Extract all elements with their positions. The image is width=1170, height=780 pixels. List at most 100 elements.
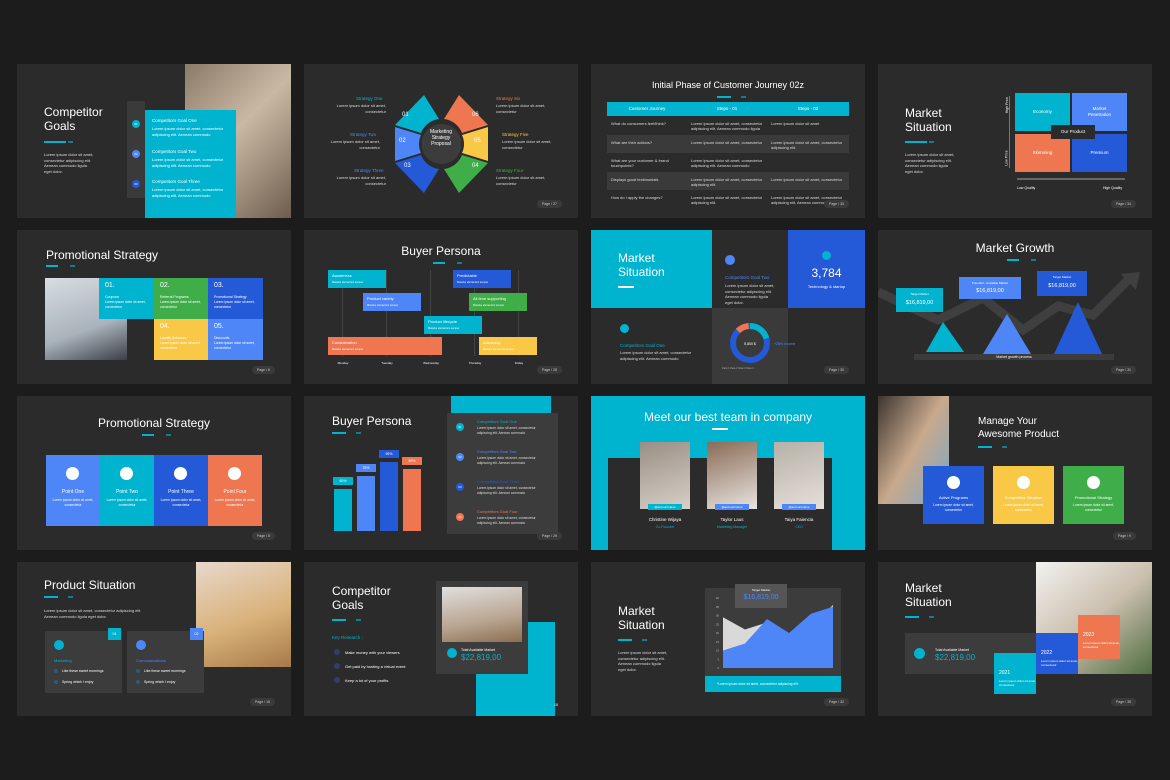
segment-label: 05 [474,138,481,144]
goal-title: Competitors Goal One [152,118,197,123]
year-card-2022: 2022 Lorem ipsum dolor sit amet, consecte… [1036,633,1078,674]
column-header: Steps - 02 [797,106,819,111]
slide-customer-journey[interactable]: Initial Phase of Customer Journey 02z Cu… [591,64,865,218]
check-icon [54,669,58,673]
card-number: 01 [108,628,121,640]
year-text: Lorem ipsum dolor sit amet, consectetur [1041,659,1079,667]
year-card-2023: 2023 Lorem ipsum dolor sit amet, consecte… [1078,615,1120,659]
point-title: Point Four [223,489,247,495]
strategy-text: Lorem ipsum dolor sit amet, consectetur [502,139,552,150]
bar-label: Consideration [332,340,357,345]
slide-promotional-strategy-tiles[interactable]: Promotional Strategy 01. Coupons Lorem i… [17,230,291,384]
card-text: Lorem ipsum dolor sit amet, consectetur [1003,503,1044,512]
card-value: $22,819,00 [461,653,502,662]
quadrant-label: Skimming [1032,150,1053,155]
resource-icon [334,663,340,669]
table-cell: Lorem ipsum dolor sit amet, consectetur … [691,121,763,131]
slide-competitor-goals-resources[interactable]: Competitor Goals Key Research : Make mon… [304,562,578,716]
y-tick-label: 20 [716,631,720,635]
product-card: Active Programs Lorem ipsum dolor sit am… [923,466,984,524]
slide-competitor-goals[interactable]: Competitor Goals Lorem ipsum dolor sit a… [17,64,291,218]
bar [357,476,375,531]
point-text: Lorem ipsum dolor sit amet, consectetur [214,498,256,507]
slide-title: Buyer Persona [332,414,412,428]
tile-number: 03. [214,282,224,289]
table-cell: Lorem ipsum dolor sit amet, consectetur … [771,139,843,150]
bar-sublabel: Massive elementum semper [483,348,515,351]
callout-value: $16,819,00 [905,300,934,306]
page-badge: Page / 15 [250,698,275,706]
page-badge: Page / 29 [537,532,562,540]
tile-text: Lorem ipsum dolor sit amet, consectetur [214,341,255,350]
key-research-label: Key Research : [332,635,363,640]
slide-manage-product[interactable]: Manage Your Awesome Product Active Progr… [878,396,1152,550]
axis-label: Low Price [1004,150,1009,166]
slide-market-situation-chart[interactable]: Market Situation Lorem ipsum dolor sit a… [591,562,865,716]
timeline-bar: Product variety Massive elementum semper [363,293,421,311]
year-label: 2022 [1041,650,1053,656]
goal-title: Competitors Goal Three [477,479,520,484]
tooltip-label: Target Market [751,588,771,592]
slide-buyer-persona-timeline[interactable]: Buyer Persona Awareness Massive elementu… [304,230,578,384]
timeline-bar: Awareness Massive elementum semper [328,270,386,288]
page-badge: Page / 9 [1112,532,1136,540]
timeline-bar: All time supporting Massive elementum se… [469,293,527,311]
bar-sublabel: Massive elementum semper [457,281,489,284]
pyramid [926,322,964,352]
slide-market-situation-stats[interactable]: Market Situation Competitors Goal Two Lo… [591,230,865,384]
bar-label: Product variety [367,296,394,301]
y-tick-label: 40 [716,596,720,600]
slide-title: Initial Phase of Customer Journey 02z [651,80,805,90]
page-badge: Page / 35 [1111,698,1136,706]
title-underline [717,96,746,98]
slide-team[interactable]: Meet our best team in company @accountna… [591,396,865,550]
segment-label: 01 [402,112,409,118]
point-title: Point Three [168,489,194,495]
year-label: 2021 [999,670,1011,676]
legend-item: Data 3 [738,367,746,370]
page-badge: 15 [554,703,558,707]
page-badge: Page / 31 [1111,366,1136,374]
bar-sublabel: Massive elementum semper [473,304,505,307]
y-tick-label: 30 [716,614,720,618]
axis-label: High Price [1005,96,1010,114]
point-card: Point One Lorem ipsum dolor sit amet, co… [46,455,100,526]
goal-text: Lorem ipsum dolor sit amet, consectetur … [477,486,536,495]
point-card: Point Three Lorem ipsum dolor sit amet, … [154,455,208,526]
woman-photo [196,562,291,667]
bullet-text: Like these sweet mornings [144,669,186,673]
bar-sublabel: Massive elementum semper [367,304,399,307]
title-underline [618,286,634,288]
segment-label: 04 [472,163,479,169]
check-icon [136,680,140,684]
resource-item: Keep a lot of your profits [345,678,389,683]
slide-market-situation-years[interactable]: Market Situation Total Available Market … [878,562,1152,716]
card-text: Lorem ipsum dolor sit amet, consectetur [1073,503,1114,512]
slide-buyer-persona-bars[interactable]: Buyer Persona 60% 78% 99% 89% 01 Competi… [304,396,578,550]
slide-market-growth[interactable]: Market Growth Market growth process Targ… [878,230,1152,384]
center-label: Marketing Strategy Proposal [430,129,452,147]
tooltip-value: $16,819,00 [743,594,779,601]
stat-label: Technology & startup [807,284,846,289]
slide-market-situation-matrix[interactable]: Market Situation Lorem ipsum dolor sit a… [878,64,1152,218]
bar-label: Advocacy [483,340,501,345]
card-title: Promotional Strategy [1074,495,1113,500]
point-card: Point Four Lorem ipsum dolor sit amet, c… [208,455,262,526]
slide-marketing-strategy[interactable]: Marketing Strategy Proposal 01 02 03 04 … [304,64,578,218]
strategy-label: Strategy One [356,96,383,101]
body-text: Lorem ipsum dolor sit amet, consectetur … [618,650,668,672]
slide-product-situation[interactable]: Product Situation Lorem ipsum dolor sit … [17,562,291,716]
point-text: Lorem ipsum dolor sit amet, consectetur [160,498,202,507]
member-name: Taylor Laus [720,517,744,522]
card-title: Competitive Situation [1004,495,1043,500]
slide-title: Market Situation [905,106,952,134]
bar-label: 78% [356,464,376,473]
axis-label: Low Quality [1017,186,1036,190]
strategy-tile: 03. Promotional Strategy Lorem ipsum dol… [208,278,263,319]
slide-promotional-strategy-points[interactable]: Promotional Strategy Point One Lorem ips… [17,396,291,550]
member-role: CEO [795,525,803,529]
bar-label: 60% [333,477,353,485]
tile-number: 04. [160,323,170,330]
legend-item: Data 2 [730,367,738,370]
card-icon [947,476,960,489]
